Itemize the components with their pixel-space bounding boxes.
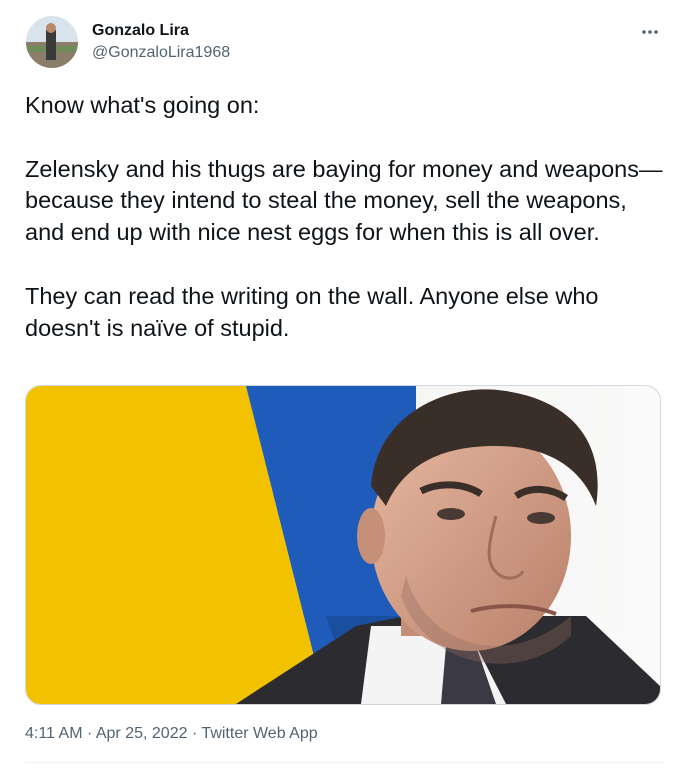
tweet-paragraph: Know what's going on: (25, 92, 260, 118)
tweet-paragraph: They can read the writing on the wall. A… (25, 282, 599, 341)
author-display-name[interactable]: Gonzalo Lira (92, 21, 189, 41)
tweet-card: Gonzalo Lira @GonzaloLira1968 Know what'… (0, 0, 685, 768)
more-options-button[interactable] (636, 20, 664, 44)
media-photo (26, 386, 660, 704)
tweet-time[interactable]: 4:11 AM (25, 725, 83, 742)
author-avatar[interactable] (26, 16, 78, 68)
tweet-date[interactable]: Apr 25, 2022 (96, 725, 188, 742)
tweet-source[interactable]: Twitter Web App (201, 725, 317, 742)
tweet-metadata: 4:11 AM · Apr 25, 2022 · Twitter Web App (25, 724, 318, 744)
more-horizontal-icon (642, 30, 658, 34)
divider (25, 762, 665, 763)
tweet-paragraph: Zelensky and his thugs are baying for mo… (25, 155, 663, 246)
separator-dot: · (86, 725, 93, 742)
separator-dot: · (191, 725, 198, 742)
avatar-photo (26, 16, 78, 68)
meta-separator: · (192, 725, 201, 742)
meta-separator: · (87, 725, 96, 742)
author-handle[interactable]: @GonzaloLira1968 (92, 43, 230, 63)
tweet-text: Know what's going on: Zelensky and his t… (25, 90, 665, 344)
tweet-media-image[interactable] (25, 385, 661, 705)
